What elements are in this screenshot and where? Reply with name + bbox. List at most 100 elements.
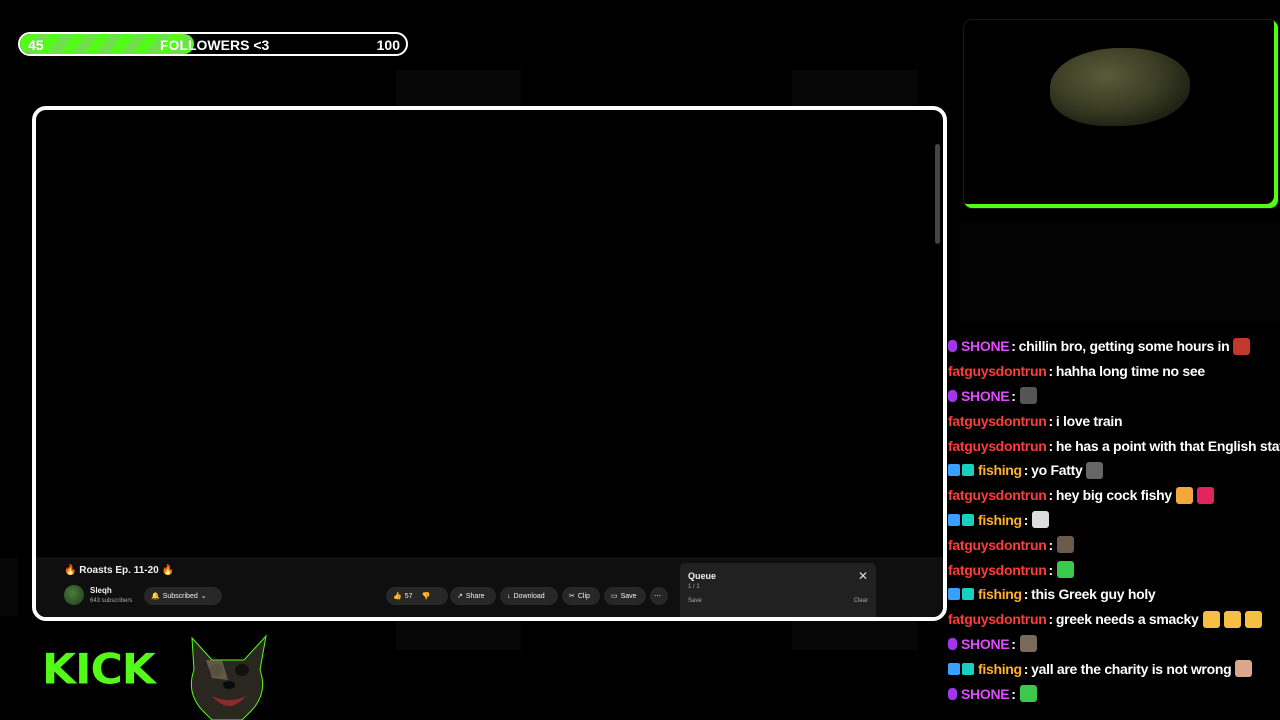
chat-separator: : [1011, 338, 1016, 355]
download-button[interactable]: ↓ Download [500, 587, 558, 605]
like-count: 57 [404, 592, 413, 600]
emote-icon [1196, 486, 1214, 504]
mic-badge-icon [948, 389, 957, 402]
emote-icon [1244, 610, 1262, 628]
chat-message: SHONE : chillin bro, getting some hours i… [948, 334, 1280, 359]
chat-message: fatguysdontrun : [948, 532, 1280, 557]
chat-username[interactable]: fatguysdontrun [948, 438, 1047, 454]
goal-end-value: 100 [376, 37, 400, 53]
chat-message: fatguysdontrun : he has a point with that… [948, 433, 1280, 458]
emote-icon [1056, 561, 1074, 579]
chat-separator: : [1048, 561, 1053, 578]
chat-message: fatguysdontrun : hey big cock fishy [948, 483, 1280, 508]
chat-text: hey big cock fishy [1055, 487, 1172, 504]
chat-separator: : [1011, 685, 1016, 702]
chat-username[interactable]: SHONE [961, 636, 1010, 652]
chat-separator: : [1048, 363, 1053, 380]
chat-separator: : [1011, 635, 1016, 652]
chat-username[interactable]: fatguysdontrun [948, 562, 1047, 578]
scissors-icon: ✂ [569, 593, 575, 600]
chat-message: SHONE : [948, 384, 1280, 409]
like-dislike-group[interactable]: 👍 57 👎 [386, 587, 448, 605]
chat-username[interactable]: fatguysdontrun [948, 413, 1047, 429]
video-title: 🔥 Roasts Ep. 11-20 🔥 [64, 565, 174, 576]
more-icon: ⋯ [654, 593, 661, 600]
emote-icon [1223, 610, 1241, 628]
chat-list: SHONE : chillin bro, getting some hours i… [948, 334, 1280, 706]
chat-message: fishing : yo Fatty [948, 458, 1280, 483]
chat-separator: : [1023, 462, 1029, 479]
save-button[interactable]: ▭ Save [604, 587, 646, 605]
subscriber-badge-icon [948, 464, 974, 477]
chat-username[interactable]: fishing [978, 586, 1022, 602]
mic-badge-icon [948, 687, 957, 700]
chat-message: fishing : this Greek guy holy [948, 582, 1280, 607]
chat-message: fatguysdontrun : greek needs a smacky [948, 607, 1280, 632]
chat-username[interactable]: fatguysdontrun [948, 363, 1047, 379]
queue-clear-button[interactable]: Clear [854, 598, 868, 604]
emote-icon [1233, 337, 1251, 355]
chat-text: this Greek guy holy [1031, 586, 1156, 603]
channel-name[interactable]: Sleqh [90, 586, 112, 595]
background-panel [0, 558, 18, 616]
chat-message: fishing : [948, 508, 1280, 533]
chat-separator: : [1048, 611, 1053, 628]
chat-background [960, 222, 1280, 322]
emote-icon [1086, 461, 1104, 479]
chat-message: SHONE : [948, 681, 1280, 706]
chat-text: greek needs a smacky [1055, 611, 1199, 628]
channel-avatar[interactable] [64, 585, 84, 605]
bell-icon: 🔔 [151, 593, 160, 600]
emote-icon [1202, 610, 1220, 628]
emote-icon [1175, 486, 1193, 504]
dog-sticker [190, 634, 267, 720]
clip-button[interactable]: ✂ Clip [562, 587, 600, 605]
queue-panel: Queue 1 / 1 ✕ Save Clear [680, 563, 876, 617]
close-icon[interactable]: ✕ [858, 569, 868, 583]
chat-username[interactable]: SHONE [961, 388, 1010, 404]
share-label: Share [465, 592, 485, 600]
chat-username[interactable]: fatguysdontrun [948, 537, 1047, 553]
subscribed-label: Subscribed [162, 592, 198, 600]
save-label: Save [620, 592, 637, 600]
subscriber-badge-icon [948, 588, 974, 601]
chat-username[interactable]: fatguysdontrun [948, 487, 1047, 503]
queue-title: Queue [688, 571, 717, 581]
chat-username[interactable]: fishing [978, 512, 1022, 528]
chat-username[interactable]: fatguysdontrun [948, 611, 1047, 627]
chat-message: fishing : yall are the charity is not wro… [948, 656, 1280, 681]
mic-badge-icon [948, 340, 957, 353]
emote-icon [1019, 635, 1037, 653]
chat-text: hahha long time no see [1055, 363, 1205, 380]
video-frame: 🔥 Roasts Ep. 11-20 🔥 Sleqh 643 subscribe… [32, 106, 947, 621]
emote-icon [1235, 660, 1253, 678]
chat-text: chillin bro, getting some hours in [1018, 338, 1230, 355]
chat-message: SHONE : [948, 632, 1280, 657]
chat-text: yall are the charity is not wrong [1031, 660, 1232, 677]
kick-logo: KICK [42, 645, 156, 694]
more-actions-button[interactable]: ⋯ [650, 587, 668, 605]
subscriber-badge-icon [948, 662, 974, 675]
queue-save-button[interactable]: Save [688, 598, 702, 604]
share-button[interactable]: ↗ Share [450, 587, 496, 605]
thumbs-down-icon[interactable]: 👎 [422, 592, 431, 600]
chat-text: i love train [1055, 412, 1123, 429]
chat-separator: : [1048, 412, 1053, 429]
thumbs-up-icon[interactable]: 👍 [393, 592, 402, 600]
emote-icon [1032, 511, 1050, 529]
channel-subscribers: 643 subscribers [90, 598, 133, 604]
chat-separator: : [1048, 487, 1053, 504]
webcam-frame [964, 20, 1278, 208]
clip-label: Clip [577, 592, 590, 600]
chat-username[interactable]: SHONE [961, 686, 1010, 702]
chat-username[interactable]: fishing [978, 462, 1022, 478]
chat-message: fatguysdontrun :i love train [948, 408, 1280, 433]
chat-username[interactable]: SHONE [961, 338, 1010, 354]
download-label: Download [513, 592, 545, 600]
chat-username[interactable]: fishing [978, 661, 1022, 677]
follower-goal-bar: 45 FOLLOWERS <3 100 [18, 32, 408, 56]
mic-badge-icon [948, 637, 957, 650]
subscribed-button[interactable]: 🔔 Subscribed ⌄ [144, 587, 222, 605]
scrollbar[interactable] [935, 144, 940, 244]
goal-start-value: 45 [28, 37, 44, 53]
